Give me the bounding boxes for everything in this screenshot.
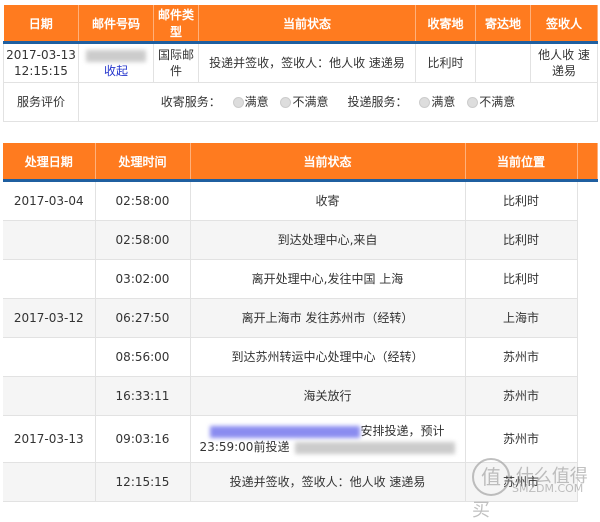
row-date: 2017-03-12: [3, 298, 96, 338]
row-date: [3, 220, 96, 260]
header-mail-number: 邮件号码: [78, 5, 154, 44]
tracking-row: 02:58:00 到达处理中心,来自 比利时: [3, 220, 597, 260]
watermark-logo-icon: 值: [472, 458, 510, 496]
row-time: 12:15:15: [95, 462, 191, 502]
pickup-satisfied-radio[interactable]: [232, 97, 244, 108]
header-date: 日期: [3, 5, 79, 44]
redacted-text: [295, 441, 456, 454]
row-empty: [577, 220, 597, 260]
row-date: 2017-03-04: [3, 180, 96, 221]
row-status-text-2: 23:59:00前投递: [199, 440, 290, 454]
pickup-unsatisfied-label: 不满意: [292, 95, 329, 109]
rating-label: 服务评价: [3, 82, 79, 122]
summary-mail-number: 收起: [78, 42, 154, 83]
tracking-row: 2017-03-04 02:58:00 收寄 比利时: [3, 180, 597, 221]
delivery-unsatisfied-radio[interactable]: [467, 97, 479, 108]
row-empty: [577, 376, 597, 416]
summary-signer: 他人收 速递易: [530, 42, 598, 83]
row-time: 02:58:00: [95, 180, 191, 221]
header-current-status: 当前状态: [190, 143, 466, 182]
row-date: [3, 337, 96, 377]
header-status: 当前状态: [198, 5, 416, 44]
collapse-link[interactable]: 收起: [104, 64, 128, 78]
summary-header: 日期 邮件号码 邮件类型 当前状态 收寄地 寄达地 签收人: [3, 5, 598, 44]
row-status: 安排投递，预计 23:59:00前投递: [190, 415, 466, 463]
row-empty: [577, 415, 597, 463]
row-date: [3, 259, 96, 299]
row-location: 苏州市: [465, 376, 578, 416]
tracking-row: 2017-03-13 09:03:16 安排投递，预计 23:59:00前投递 苏州市: [3, 415, 597, 463]
row-location: 比利时: [465, 180, 578, 221]
row-status: 收寄: [190, 180, 466, 221]
delivery-unsatisfied-label: 不满意: [479, 95, 516, 109]
row-status: 投递并签收，签收人：他人收 速递易: [190, 462, 466, 502]
mail-summary-table: 日期 邮件号码 邮件类型 当前状态 收寄地 寄达地 签收人 2017-03-13…: [3, 5, 598, 122]
summary-destination: [475, 42, 531, 83]
header-current-location: 当前位置: [465, 143, 578, 182]
delivery-satisfied-label: 满意: [431, 95, 456, 109]
row-time: 02:58:00: [95, 220, 191, 260]
rating-options: 收寄服务： 满意 不满意 投递服务： 满意 不满意: [78, 82, 598, 122]
row-date: 2017-03-13: [3, 415, 96, 463]
tracking-table: 处理日期 处理时间 当前状态 当前位置 2017-03-04 02:58:00 收寄…: [3, 143, 598, 502]
pickup-unsatisfied-radio[interactable]: [280, 97, 292, 108]
delivery-rating-label: 投递服务：: [347, 95, 408, 109]
delivery-satisfied-radio[interactable]: [419, 97, 431, 108]
row-location: 苏州市: [465, 337, 578, 377]
redacted-text: [210, 425, 361, 438]
row-status: 到达苏州转运中心处理中心（经转）: [190, 337, 466, 377]
summary-date: 2017-03-13 12:15:15: [3, 42, 79, 83]
rating-row: 服务评价 收寄服务： 满意 不满意 投递服务： 满意 不满意: [3, 82, 598, 122]
header-origin: 收寄地: [415, 5, 476, 44]
row-status-text: 安排投递，预计: [360, 424, 445, 438]
pickup-rating-label: 收寄服务：: [160, 95, 221, 109]
tracking-row: 03:02:00 离开处理中心,发往中国 上海 比利时: [3, 259, 597, 299]
row-status: 离开上海市 发往苏州市（经转）: [190, 298, 466, 338]
row-location: 比利时: [465, 259, 578, 299]
tracking-row: 08:56:00 到达苏州转运中心处理中心（经转） 苏州市: [3, 337, 597, 377]
header-process-date: 处理日期: [3, 143, 96, 182]
tracking-row: 2017-03-12 06:27:50 离开上海市 发往苏州市（经转） 上海市: [3, 298, 597, 338]
row-status: 海关放行: [190, 376, 466, 416]
row-time: 06:27:50: [95, 298, 191, 338]
tracking-header: 处理日期 处理时间 当前状态 当前位置: [3, 143, 598, 182]
row-location: 比利时: [465, 220, 578, 260]
summary-status: 投递并签收，签收人：他人收 速递易: [198, 42, 416, 83]
row-empty: [577, 180, 597, 221]
row-empty: [577, 259, 597, 299]
row-date: [3, 376, 96, 416]
redacted-number: [86, 49, 146, 62]
row-time: 09:03:16: [95, 415, 191, 463]
tracking-row: 16:33:11 海关放行 苏州市: [3, 376, 597, 416]
header-process-time: 处理时间: [95, 143, 191, 182]
summary-type: 国际邮件: [153, 42, 199, 83]
summary-row: 2017-03-13 12:15:15 收起 国际邮件 投递并签收，签收人：他人…: [3, 42, 598, 83]
row-status: 到达处理中心,来自: [190, 220, 466, 260]
row-status: 离开处理中心,发往中国 上海: [190, 259, 466, 299]
row-time: 03:02:00: [95, 259, 191, 299]
pickup-satisfied-label: 满意: [244, 95, 269, 109]
row-empty: [577, 337, 597, 377]
header-mail-type: 邮件类型: [153, 5, 199, 44]
header-extra: [577, 143, 598, 182]
row-time: 08:56:00: [95, 337, 191, 377]
header-destination: 寄达地: [475, 5, 531, 44]
row-location: 上海市: [465, 298, 578, 338]
smzdm-watermark: 值 什么值得买 SMZDM.COM: [472, 458, 600, 522]
row-date: [3, 462, 96, 502]
row-time: 16:33:11: [95, 376, 191, 416]
row-empty: [577, 298, 597, 338]
row-location: 苏州市: [465, 415, 578, 463]
header-signer: 签收人: [530, 5, 598, 44]
summary-origin: 比利时: [415, 42, 476, 83]
